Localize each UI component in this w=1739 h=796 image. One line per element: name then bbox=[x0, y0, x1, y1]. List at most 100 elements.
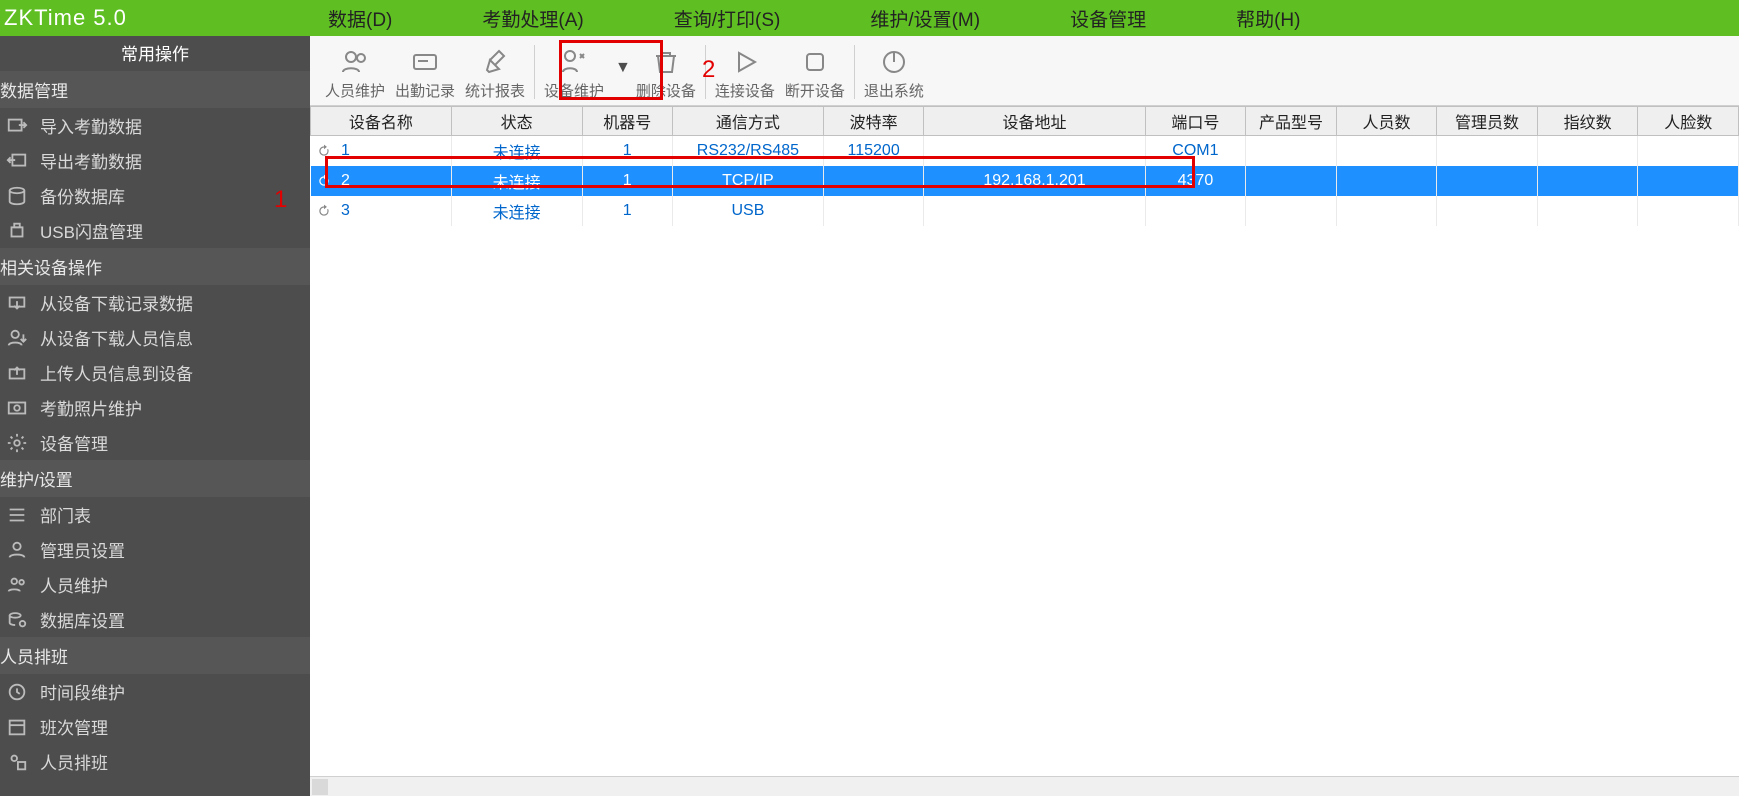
grid-cell bbox=[1336, 166, 1437, 196]
sidebar-item-label: 从设备下载记录数据 bbox=[40, 290, 193, 315]
menubar: ZKTime 5.0 数据(D) 考勤处理(A) 查询/打印(S) 维护/设置(… bbox=[0, 0, 1739, 36]
side-section-device-ops: 相关设备操作 bbox=[0, 248, 310, 285]
sidebar-item-usb[interactable]: USB闪盘管理 bbox=[0, 213, 310, 248]
device-grid-wrap: 设备名称状态机器号通信方式波特率设备地址端口号产品型号人员数管理员数指纹数人脸数… bbox=[310, 106, 1739, 796]
sidebar-item-photo[interactable]: 考勤照片维护 bbox=[0, 390, 310, 425]
grid-cell bbox=[1638, 136, 1739, 167]
tool-disconnect[interactable]: 断开设备 bbox=[780, 46, 850, 103]
sidebar-item-import[interactable]: 导入考勤数据 bbox=[0, 108, 310, 143]
grid-cell bbox=[823, 166, 924, 196]
gear-icon bbox=[6, 433, 28, 453]
sidebar-item-label: 导入考勤数据 bbox=[40, 113, 142, 138]
sidebar-item-shift[interactable]: 班次管理 bbox=[0, 709, 310, 744]
grid-cell: 未连接 bbox=[451, 196, 582, 226]
menu-attend[interactable]: 考勤处理(A) bbox=[482, 5, 583, 32]
sidebar-item-label: 班次管理 bbox=[40, 714, 108, 739]
grid-col-header[interactable]: 波特率 bbox=[823, 107, 924, 136]
user-icon bbox=[6, 540, 28, 560]
tool-label: 设备维护 bbox=[544, 80, 604, 101]
grid-col-header[interactable]: 状态 bbox=[451, 107, 582, 136]
tool-label: 统计报表 bbox=[465, 80, 525, 101]
grid-col-header[interactable]: 人员数 bbox=[1336, 107, 1437, 136]
grid-cell bbox=[1437, 166, 1538, 196]
sidebar-item-label: 备份数据库 bbox=[40, 183, 125, 208]
grid-cell bbox=[1336, 136, 1437, 167]
grid-cell: 1 bbox=[582, 196, 673, 226]
tool-attendance[interactable]: 出勤记录 bbox=[390, 46, 460, 103]
sidebar-item-schedule[interactable]: 人员排班 bbox=[0, 744, 310, 779]
sidebar-item-label: 从设备下载人员信息 bbox=[40, 325, 193, 350]
grid-cell bbox=[1437, 136, 1538, 167]
content: 人员维护 出勤记录 统计报表 设备维护 ▼ 删除设备 bbox=[310, 36, 1739, 796]
download-icon bbox=[6, 293, 28, 313]
stop-icon bbox=[799, 46, 831, 78]
tool-device-maint[interactable]: 设备维护 bbox=[539, 46, 609, 103]
grid-col-header[interactable]: 人脸数 bbox=[1638, 107, 1739, 136]
tool-connect[interactable]: 连接设备 bbox=[710, 46, 780, 103]
menu-data[interactable]: 数据(D) bbox=[328, 5, 392, 32]
photo-icon bbox=[6, 398, 28, 418]
grid-cell: 未连接 bbox=[451, 136, 582, 167]
grid-col-header[interactable]: 管理员数 bbox=[1437, 107, 1538, 136]
clock-icon bbox=[6, 682, 28, 702]
sidebar-item-export[interactable]: 导出考勤数据 bbox=[0, 143, 310, 178]
tool-exit[interactable]: 退出系统 bbox=[859, 46, 929, 103]
grid-cell bbox=[1246, 136, 1337, 167]
sidebar-item-device-mgmt[interactable]: 设备管理 bbox=[0, 425, 310, 460]
table-row[interactable]: 2未连接1TCP/IP192.168.1.2014370 bbox=[311, 166, 1739, 196]
horizontal-scrollbar[interactable] bbox=[310, 776, 1739, 796]
grid-cell: 4370 bbox=[1145, 166, 1246, 196]
table-row[interactable]: 3未连接1USB bbox=[311, 196, 1739, 226]
sidebar-item-timeperiod[interactable]: 时间段维护 bbox=[0, 674, 310, 709]
side-section-data-mgmt: 数据管理 bbox=[0, 71, 310, 108]
scrollbar-left-button[interactable] bbox=[312, 779, 328, 795]
grid-col-header[interactable]: 机器号 bbox=[582, 107, 673, 136]
grid-col-header[interactable]: 端口号 bbox=[1145, 107, 1246, 136]
grid-col-header[interactable]: 设备名称 bbox=[311, 107, 452, 136]
tool-report[interactable]: 统计报表 bbox=[460, 46, 530, 103]
grid-col-header[interactable]: 通信方式 bbox=[673, 107, 824, 136]
grid-col-header[interactable]: 指纹数 bbox=[1537, 107, 1638, 136]
sidebar-item-upload-users[interactable]: 上传人员信息到设备 bbox=[0, 355, 310, 390]
pen-icon bbox=[479, 46, 511, 78]
side-section-shift: 人员排班 bbox=[0, 637, 310, 674]
tool-device-maint-dropdown[interactable]: 设备维护 ▼ bbox=[539, 46, 631, 103]
grid-cell: RS232/RS485 bbox=[673, 136, 824, 167]
grid-cell: 未连接 bbox=[451, 166, 582, 196]
sidebar-item-label: 数据库设置 bbox=[40, 607, 125, 632]
menu-items: 数据(D) 考勤处理(A) 查询/打印(S) 维护/设置(M) 设备管理 帮助(… bbox=[310, 5, 1301, 32]
trash-icon bbox=[650, 46, 682, 78]
upload-icon bbox=[6, 363, 28, 383]
sidebar-item-db[interactable]: 数据库设置 bbox=[0, 602, 310, 637]
separator bbox=[854, 45, 855, 99]
grid-cell bbox=[1537, 136, 1638, 167]
grid-cell: 115200 bbox=[823, 136, 924, 167]
sidebar-item-dept[interactable]: 部门表 bbox=[0, 497, 310, 532]
list-icon bbox=[6, 505, 28, 525]
tool-delete-device[interactable]: 删除设备 bbox=[631, 46, 701, 103]
chevron-down-icon: ▼ bbox=[615, 59, 631, 77]
tool-label: 退出系统 bbox=[864, 80, 924, 101]
sidebar-item-label: 人员排班 bbox=[40, 749, 108, 774]
grid-col-header[interactable]: 产品型号 bbox=[1246, 107, 1337, 136]
table-row[interactable]: 1未连接1RS232/RS485115200COM1 bbox=[311, 136, 1739, 167]
tool-personnel[interactable]: 人员维护 bbox=[320, 46, 390, 103]
menu-query[interactable]: 查询/打印(S) bbox=[674, 5, 781, 32]
menu-help[interactable]: 帮助(H) bbox=[1236, 5, 1300, 32]
sidebar-item-label: 导出考勤数据 bbox=[40, 148, 142, 173]
sidebar-item-personnel[interactable]: 人员维护 bbox=[0, 567, 310, 602]
grid-col-header[interactable]: 设备地址 bbox=[924, 107, 1145, 136]
sidebar-item-dl-users[interactable]: 从设备下载人员信息 bbox=[0, 320, 310, 355]
grid-cell bbox=[1336, 196, 1437, 226]
sidebar-item-label: 时间段维护 bbox=[40, 679, 125, 704]
sidebar-item-dl-records[interactable]: 从设备下载记录数据 bbox=[0, 285, 310, 320]
app-title: ZKTime 5.0 bbox=[0, 5, 310, 31]
usb-icon bbox=[6, 221, 28, 241]
side-section-maintain: 维护/设置 bbox=[0, 460, 310, 497]
device-grid[interactable]: 设备名称状态机器号通信方式波特率设备地址端口号产品型号人员数管理员数指纹数人脸数… bbox=[310, 106, 1739, 226]
sidebar-item-admin[interactable]: 管理员设置 bbox=[0, 532, 310, 567]
sidebar-item-label: 设备管理 bbox=[40, 430, 108, 455]
menu-device[interactable]: 设备管理 bbox=[1070, 5, 1146, 32]
sidebar-item-backup[interactable]: 备份数据库 bbox=[0, 178, 310, 213]
menu-maintain[interactable]: 维护/设置(M) bbox=[870, 5, 980, 32]
